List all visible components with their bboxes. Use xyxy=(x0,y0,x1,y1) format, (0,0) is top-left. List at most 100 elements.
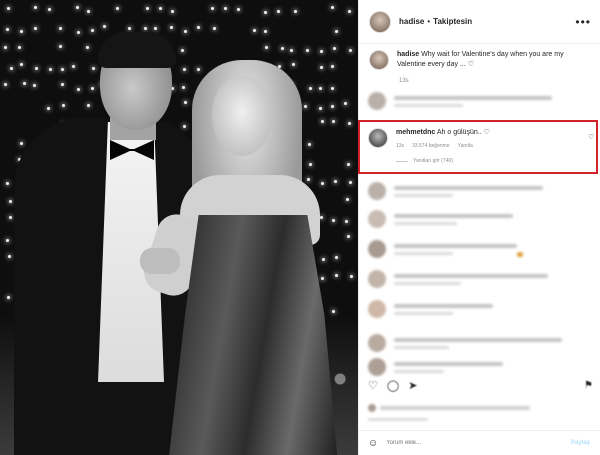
comment-timestamp: 13s xyxy=(396,143,405,149)
light-dot xyxy=(348,121,352,125)
light-dot xyxy=(331,65,335,69)
share-icon[interactable]: ➤ xyxy=(408,379,417,392)
light-dot xyxy=(102,25,106,29)
light-dot xyxy=(318,106,322,110)
heart-icon[interactable]: ♡ xyxy=(368,379,378,392)
light-dot xyxy=(281,47,285,51)
avatar[interactable] xyxy=(368,128,388,148)
light-dot xyxy=(5,181,9,185)
list-item xyxy=(368,334,592,360)
light-dot xyxy=(332,219,336,223)
follow-status-button[interactable]: Takiptesin xyxy=(433,17,472,26)
post-photo[interactable] xyxy=(0,0,358,455)
light-dot xyxy=(321,277,325,281)
light-dot xyxy=(6,238,10,242)
more-horizontal-icon[interactable]: ••• xyxy=(575,15,591,29)
view-replies-button[interactable]: Yanıtları gör (740) xyxy=(396,158,453,164)
light-dot xyxy=(335,255,339,259)
light-dot xyxy=(183,30,187,34)
light-dot xyxy=(170,10,174,14)
light-dot xyxy=(9,216,13,220)
light-dot xyxy=(265,46,269,50)
light-dot xyxy=(196,67,200,71)
light-dot xyxy=(61,68,65,72)
light-dot xyxy=(59,26,63,30)
list-item xyxy=(368,210,592,236)
light-dot xyxy=(335,273,339,277)
woman-face xyxy=(212,76,272,156)
light-dot xyxy=(9,200,13,204)
light-dot xyxy=(252,28,256,32)
light-dot xyxy=(33,26,37,30)
light-dot xyxy=(182,124,186,128)
light-dot xyxy=(34,66,38,70)
light-dot xyxy=(182,68,186,72)
light-dot xyxy=(86,46,90,50)
light-dot xyxy=(320,216,324,220)
light-dot xyxy=(4,82,8,86)
light-dot xyxy=(223,6,227,10)
light-dot xyxy=(32,84,36,88)
comment-icon[interactable]: ◯ xyxy=(387,379,399,392)
light-dot xyxy=(306,49,310,53)
avatar[interactable] xyxy=(369,10,391,33)
light-dot xyxy=(169,25,173,29)
heart-icon: ♡ xyxy=(467,61,474,68)
light-dot xyxy=(346,235,350,239)
post-button[interactable]: Paylaş xyxy=(571,440,590,446)
light-dot xyxy=(330,87,334,91)
light-dot xyxy=(303,104,307,108)
light-dot xyxy=(319,66,323,70)
caption-text: Why wait for Valentine's day when you ar… xyxy=(397,51,564,68)
light-dot xyxy=(22,82,26,86)
light-dot xyxy=(183,101,187,105)
light-dot xyxy=(145,6,149,10)
light-dot xyxy=(332,120,336,123)
smile-icon[interactable]: ☺ xyxy=(368,438,378,449)
light-dot xyxy=(20,142,24,146)
heart-icon: ♡ xyxy=(483,129,490,136)
view-replies-label[interactable]: Yanıtları gör (740) xyxy=(413,158,453,164)
avatar[interactable] xyxy=(369,50,389,70)
light-dot xyxy=(331,105,335,109)
comment-username[interactable]: mehmetdnc xyxy=(396,129,435,136)
light-dot xyxy=(348,49,352,53)
light-dot xyxy=(210,7,214,11)
light-dot xyxy=(17,46,21,50)
light-dot xyxy=(49,67,53,71)
comment-like-heart-icon[interactable]: ♡ xyxy=(588,133,594,141)
light-dot xyxy=(309,162,313,166)
light-dot xyxy=(9,66,13,70)
reply-button[interactable]: Yanıtla xyxy=(458,143,473,149)
replies-dash xyxy=(396,160,408,162)
light-dot xyxy=(5,27,9,31)
bookmark-icon[interactable]: ⚑ xyxy=(584,380,593,391)
light-dot xyxy=(349,274,353,278)
light-dot xyxy=(349,181,353,185)
caption-username[interactable]: hadise xyxy=(397,51,419,58)
light-dot xyxy=(181,49,185,53)
comment-input[interactable] xyxy=(386,440,537,446)
caption: hadise Why wait for Valentine's day when… xyxy=(369,50,593,70)
light-dot xyxy=(319,49,323,53)
list-item xyxy=(368,182,592,208)
list-item xyxy=(368,270,592,296)
light-dot xyxy=(4,45,8,49)
light-dot xyxy=(332,46,336,50)
light-dot xyxy=(213,26,217,30)
light-dot xyxy=(72,65,76,69)
comment-like-count[interactable]: 33.574 beğenme xyxy=(412,143,450,149)
light-dot xyxy=(197,25,201,29)
light-dot xyxy=(48,8,52,12)
light-dot xyxy=(291,63,295,67)
light-dot xyxy=(290,49,294,53)
header-username[interactable]: hadise xyxy=(399,17,424,26)
light-dot xyxy=(344,102,348,106)
light-dot xyxy=(91,86,95,90)
light-dot xyxy=(87,10,90,14)
light-dot xyxy=(319,87,323,91)
light-dot xyxy=(277,9,281,13)
comment-meta: 13s 33.574 beğenme Yanıtla xyxy=(396,143,473,149)
light-dot xyxy=(127,27,131,31)
light-dot xyxy=(77,30,81,34)
